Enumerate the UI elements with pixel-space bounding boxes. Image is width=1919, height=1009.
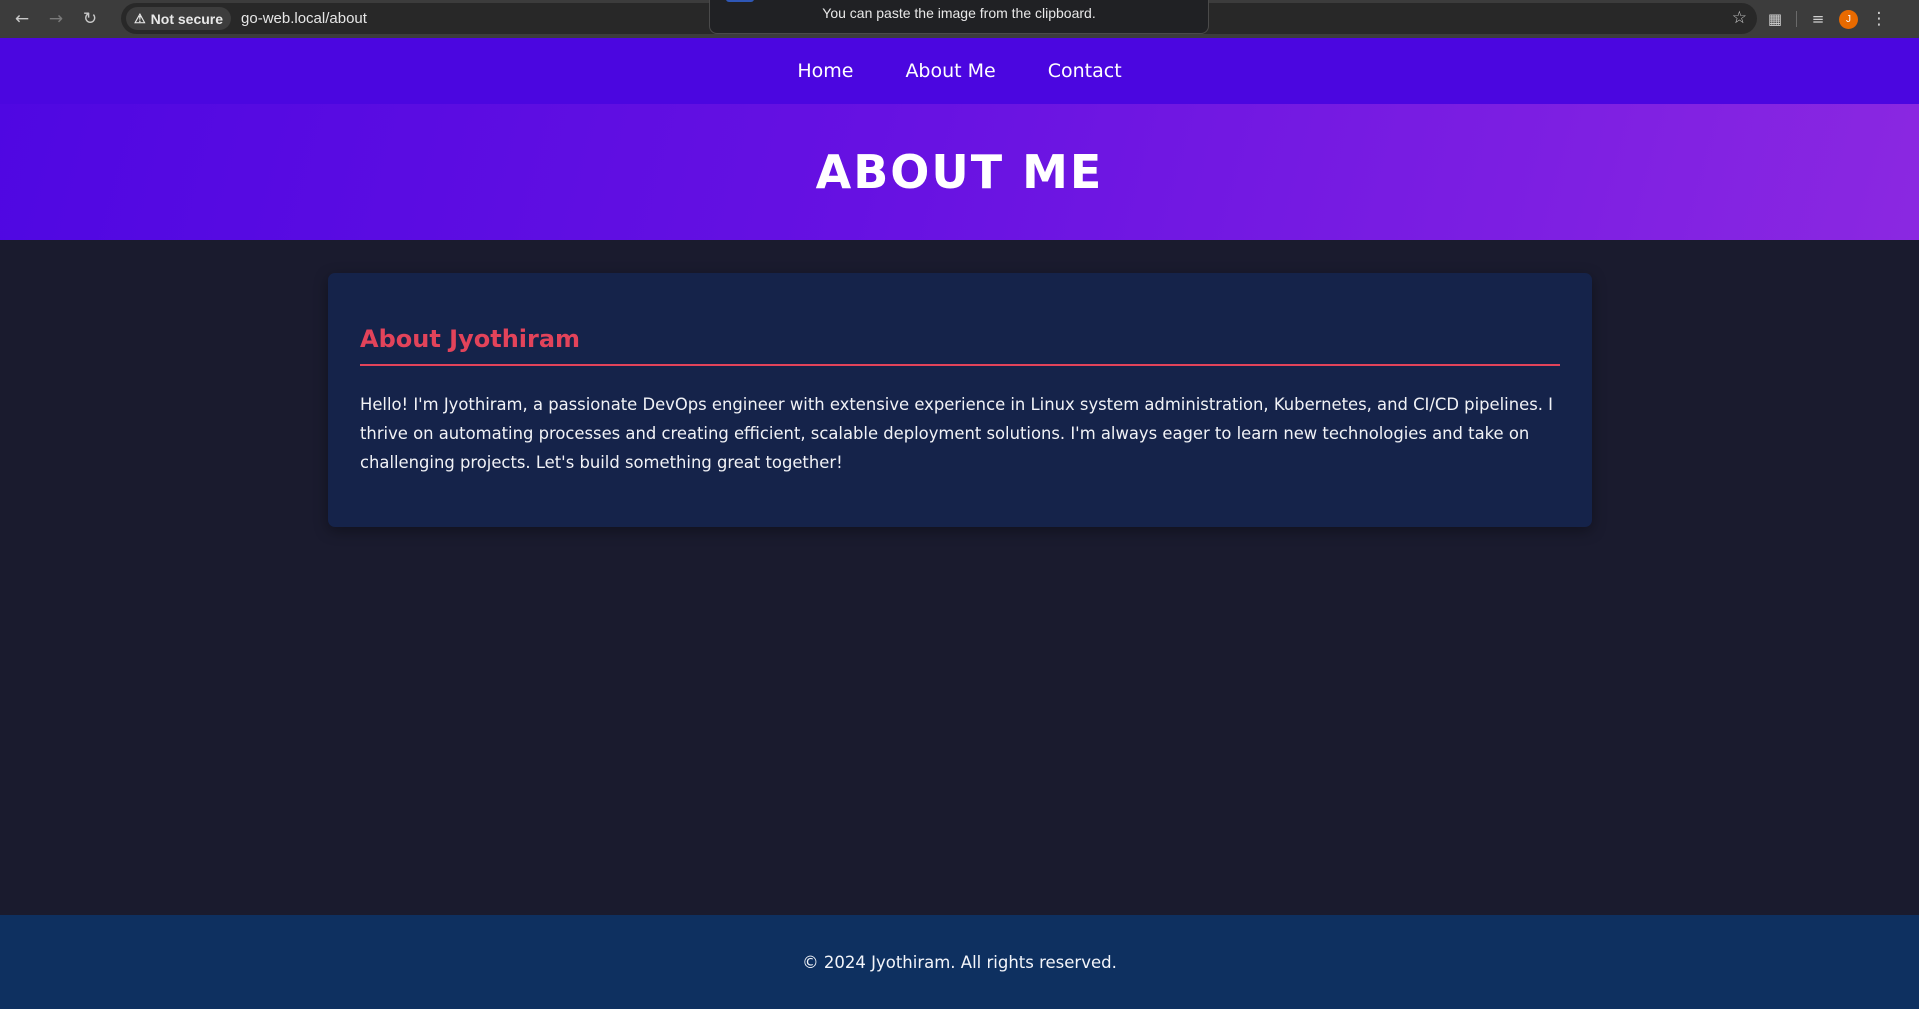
toolbar-divider [1796,11,1797,27]
toolbar-actions: ▦ ≡ J ⋮ [1760,0,1894,38]
footer-copyright: © 2024 Jyothiram. All rights reserved. [802,952,1117,972]
security-chip[interactable]: ⚠ Not secure [126,7,232,30]
reload-icon[interactable]: ↻ [73,2,107,36]
more-menu-icon[interactable]: ⋮ [1864,4,1894,34]
nav-link-home[interactable]: Home [797,60,853,82]
browser-toolbar: ← → ↻ ⚠ Not secure go-web.local/about ☆ … [0,0,1919,38]
toast-accent [726,0,754,2]
toast-message: You can paste the image from the clipboa… [822,4,1096,21]
site-footer: © 2024 Jyothiram. All rights reserved. [0,915,1919,1009]
page-title: ABOUT ME [815,145,1104,199]
about-heading: About Jyothiram [360,325,1560,366]
back-arrow-icon[interactable]: ← [5,2,39,36]
site-nav: Home About Me Contact [0,38,1919,104]
url-text[interactable]: go-web.local/about [241,10,367,27]
hero-banner: ABOUT ME [0,104,1919,240]
warning-icon: ⚠ [134,10,146,26]
security-chip-label: Not secure [150,10,224,27]
star-icon[interactable]: ☆ [1732,8,1747,28]
about-card: About Jyothiram Hello! I'm Jyothiram, a … [328,273,1592,527]
about-body: Hello! I'm Jyothiram, a passionate DevOp… [360,395,1553,472]
forward-arrow-icon[interactable]: → [39,2,73,36]
clipboard-toast: You can paste the image from the clipboa… [709,0,1209,34]
media-control-icon[interactable]: ≡ [1803,4,1833,34]
nav-link-contact[interactable]: Contact [1048,60,1122,82]
extensions-icon[interactable]: ▦ [1760,4,1790,34]
profile-avatar[interactable]: J [1839,9,1858,29]
nav-link-about-me[interactable]: About Me [905,60,995,82]
